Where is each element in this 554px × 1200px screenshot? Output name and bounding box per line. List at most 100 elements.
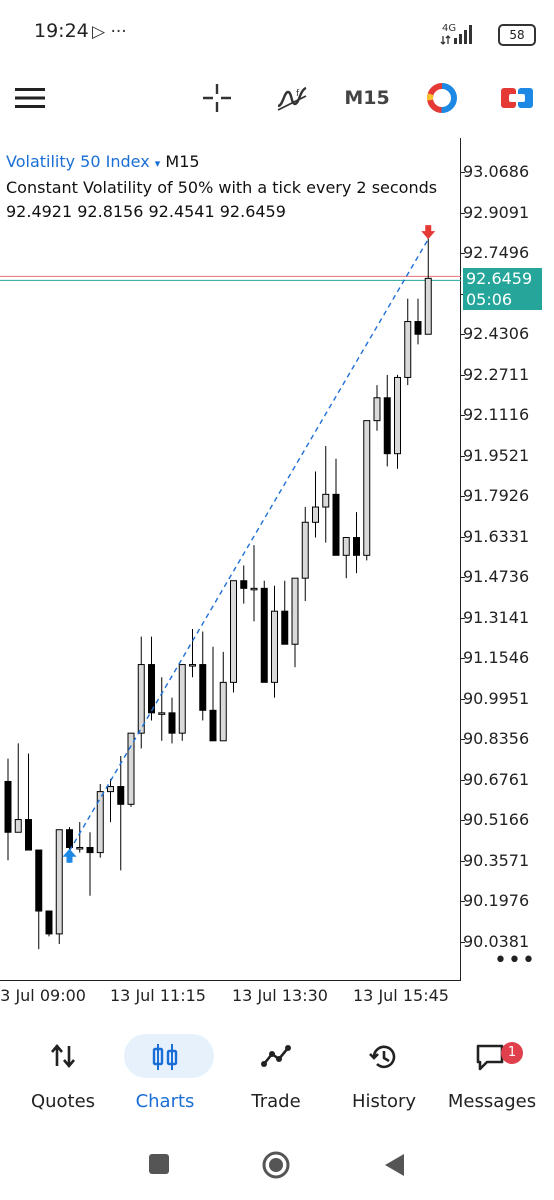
candlestick-chart[interactable] xyxy=(0,138,461,981)
trend-icon xyxy=(261,1045,291,1067)
status-time: 19:24 xyxy=(34,20,89,42)
bull-candle xyxy=(14,819,22,833)
home-button[interactable] xyxy=(261,1150,291,1184)
ohlc-values: 92.4921 92.8156 92.4541 92.6459 xyxy=(6,202,286,221)
bear-candle xyxy=(86,847,94,854)
back-button[interactable] xyxy=(382,1152,406,1182)
price-tick-label: 91.3141 xyxy=(459,607,530,627)
color-scheme-icon xyxy=(427,82,457,113)
bull-candle xyxy=(178,664,186,734)
price-tick-label: 91.4736 xyxy=(459,567,530,587)
price-tick-label: 92.4306 xyxy=(459,324,530,344)
nav-history[interactable]: History xyxy=(329,1034,439,1118)
triangle-icon xyxy=(385,1154,404,1176)
menu-button[interactable] xyxy=(14,80,46,116)
timeframe-button[interactable]: M15 xyxy=(344,80,390,116)
price-tick-label: 92.1116 xyxy=(459,405,530,425)
time-axis[interactable]: 13 Jul 09:00 13 Jul 11:15 13 Jul 13:30 13 J… xyxy=(0,984,461,1014)
bull-candle xyxy=(158,712,166,715)
nav-messages-label: Messages xyxy=(447,1091,537,1112)
nav-quotes[interactable]: Quotes xyxy=(8,1034,118,1118)
bear-candle xyxy=(383,397,391,455)
price-tick-label: 93.0686 xyxy=(459,162,530,181)
bear-candle xyxy=(168,712,176,734)
status-bar: 19:24 ▷ ··· 4G 58 xyxy=(0,0,554,66)
price-tick-label: 92.2711 xyxy=(459,364,530,384)
one-click-trade-button[interactable] xyxy=(500,80,534,116)
trade-toggle-icon xyxy=(501,88,533,108)
nav-messages[interactable]: 1 Messages xyxy=(437,1034,547,1118)
buy-arrow-icon xyxy=(62,848,77,863)
bear-candle xyxy=(117,786,125,805)
bear-candle xyxy=(35,849,43,912)
chart-area[interactable]: Volatility 50 Index ▾ M15 Constant Volat… xyxy=(0,138,554,1028)
bear-candle xyxy=(148,664,155,714)
price-tick-label: 90.8356 xyxy=(459,729,530,749)
price-tick-label: 90.6761 xyxy=(459,769,530,789)
nav-trade[interactable]: Trade xyxy=(221,1034,331,1118)
network-type: 4G xyxy=(442,23,456,34)
bull-candle xyxy=(271,610,278,683)
chart-timeframe: M15 xyxy=(165,152,200,171)
bull-candle xyxy=(394,376,401,455)
bear-candle xyxy=(66,829,73,849)
hamburger-icon xyxy=(15,88,45,108)
time-tick-label: 13 Jul 13:30 xyxy=(232,986,328,1005)
system-navigation-bar xyxy=(0,1130,554,1200)
indicators-button[interactable]: f xyxy=(275,80,309,116)
price-tick-label: 91.1546 xyxy=(459,648,530,668)
price-tick-label: 92.7496 xyxy=(459,243,530,263)
bear-candle xyxy=(353,537,360,556)
time-tick-label: 13 Jul 15:45 xyxy=(353,986,449,1005)
sell-arrow-icon xyxy=(421,225,436,240)
bar-countdown: 05:06 xyxy=(466,290,513,309)
more-options-icon[interactable]: ••• xyxy=(494,948,536,973)
price-tick-label: 90.5166 xyxy=(459,810,530,830)
price-axis[interactable]: 93.068692.909192.749692.590192.430692.27… xyxy=(459,138,554,981)
bull-candle xyxy=(76,847,84,850)
nav-charts[interactable]: Charts xyxy=(110,1034,220,1118)
chart-canvas[interactable]: Volatility 50 Index ▾ M15 Constant Volat… xyxy=(0,138,461,981)
candles-icon xyxy=(152,1044,178,1070)
crosshair-icon xyxy=(203,84,231,112)
messages-badge: 1 xyxy=(501,1042,523,1064)
bull-candle xyxy=(312,506,319,523)
bull-candle xyxy=(404,321,412,378)
nav-charts-label: Charts xyxy=(135,1091,195,1112)
trade-trend-line xyxy=(68,238,429,852)
symbol-description: Constant Volatility of 50% with a tick e… xyxy=(6,178,438,197)
bull-candle xyxy=(127,732,135,805)
bull-candle xyxy=(301,521,309,579)
crosshair-button[interactable] xyxy=(200,80,234,116)
time-tick-label: 13 Jul 11:15 xyxy=(110,986,206,1005)
symbol-name[interactable]: Volatility 50 Index xyxy=(6,152,150,171)
bear-candle xyxy=(240,580,248,589)
bull-candle xyxy=(363,420,371,556)
price-tick-label: 91.6331 xyxy=(459,526,530,546)
bear-candle xyxy=(414,321,422,335)
bull-candle xyxy=(219,681,227,742)
bear-candle xyxy=(332,493,340,556)
nav-trade-label: Trade xyxy=(251,1091,301,1112)
symbol-dropdown-icon[interactable]: ▾ xyxy=(155,157,161,170)
bear-candle xyxy=(45,910,53,935)
color-scheme-button[interactable] xyxy=(424,80,460,116)
bull-candle xyxy=(230,580,237,683)
price-tick-label: 92.9091 xyxy=(459,202,530,222)
signal-icon: 4G xyxy=(440,23,472,45)
sort-arrows-icon xyxy=(51,1043,75,1069)
bull-candle xyxy=(342,537,350,556)
bear-candle xyxy=(4,780,12,833)
bear-candle xyxy=(209,709,217,742)
circle-icon xyxy=(262,1151,290,1179)
current-price-tag: 92.6459 05:06 xyxy=(463,268,542,310)
price-tick-label: 91.9521 xyxy=(459,445,530,465)
bull-candle xyxy=(291,577,299,645)
bottom-navigation: Quotes Charts Trade History 1 Messages xyxy=(0,1028,554,1118)
indicators-icon: f xyxy=(277,86,307,111)
bull-candle xyxy=(55,829,63,935)
bull-candle xyxy=(189,664,196,667)
bull-candle xyxy=(137,664,145,734)
recents-button[interactable] xyxy=(147,1152,171,1180)
square-icon xyxy=(149,1154,169,1174)
